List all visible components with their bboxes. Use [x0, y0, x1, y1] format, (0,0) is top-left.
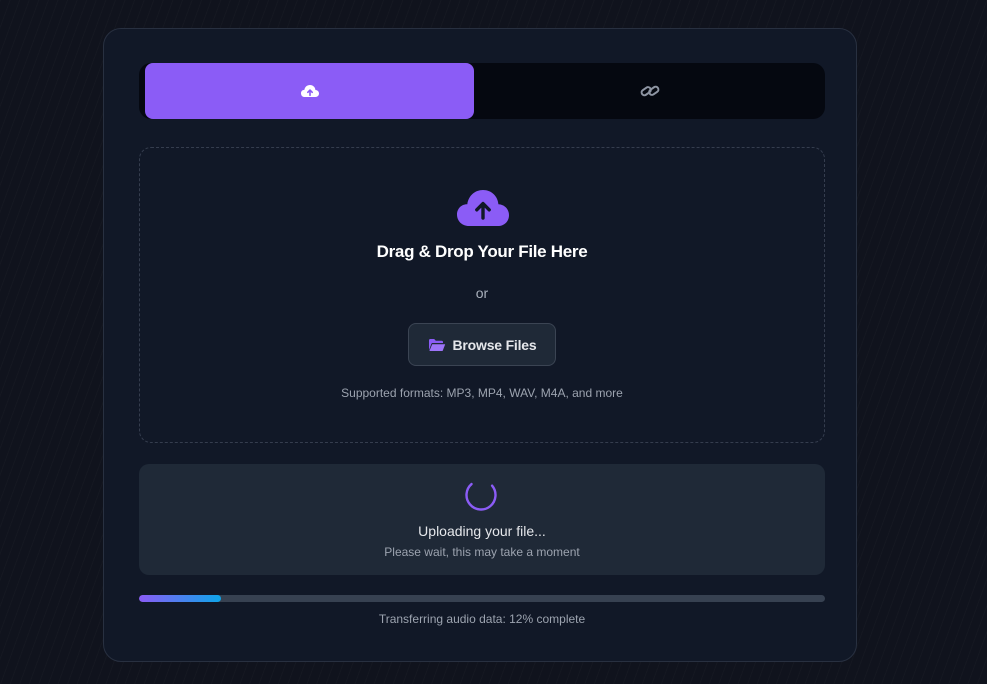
status-title: Uploading your file... [418, 523, 546, 539]
supported-formats-text: Supported formats: MP3, MP4, WAV, M4A, a… [341, 386, 623, 400]
browse-files-label: Browse Files [452, 336, 537, 353]
tab-link-url[interactable] [474, 63, 825, 119]
cloud-upload-icon [457, 190, 509, 226]
upload-progress-fill [139, 595, 222, 602]
upload-progress-bar [139, 595, 825, 602]
browse-files-button[interactable]: Browse Files [408, 323, 556, 366]
cloud-upload-icon [300, 85, 319, 97]
progress-status-text: Transferring audio data: 12% complete [378, 612, 586, 626]
dropzone-title: Drag & Drop Your File Here [376, 242, 588, 261]
file-dropzone[interactable]: Drag & Drop Your File Here or Browse Fil… [139, 147, 825, 443]
tab-upload-file[interactable] [145, 63, 474, 119]
status-subtitle: Please wait, this may take a moment [384, 545, 580, 559]
spinner-icon [465, 479, 497, 511]
upload-mode-tabs [139, 63, 825, 119]
upload-card: Drag & Drop Your File Here or Browse Fil… [103, 28, 857, 662]
link-icon [640, 85, 659, 97]
folder-open-icon [428, 338, 445, 351]
dropzone-or-text: or [475, 285, 489, 301]
upload-status-panel: Uploading your file... Please wait, this… [139, 464, 825, 575]
